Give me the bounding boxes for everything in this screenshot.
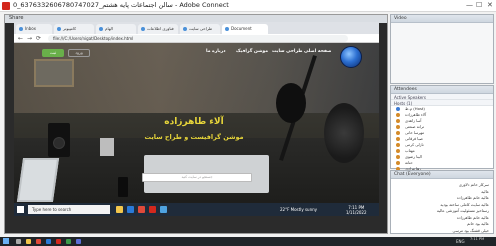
tab-favicon-icon: [99, 27, 103, 31]
shared-screen: Inbox کامپیوتر الهام فناوری اطلاعات طراح…: [14, 22, 379, 216]
speaker-cone: [53, 137, 65, 149]
site-outline-button[interactable]: ورود: [68, 49, 90, 57]
background-tablet: [16, 158, 60, 202]
adobe-connect-icon: [2, 2, 10, 10]
close-button[interactable]: ✕: [487, 1, 493, 9]
share-pod-title: Share: [9, 15, 24, 21]
attendees-pod-header: Attendees: [391, 86, 493, 94]
tab-favicon-icon: [183, 27, 187, 31]
chat-message: خیلی قشنگ بود مرسی: [452, 227, 489, 233]
video-pod: Video: [390, 14, 494, 84]
video-pod-header: Video: [391, 15, 493, 23]
browser-tab[interactable]: Inbox: [16, 24, 52, 34]
search-icon[interactable]: [16, 239, 21, 244]
background-microphone: [276, 83, 306, 123]
user-icon: [396, 137, 400, 141]
user-icon: [396, 149, 400, 153]
site-search-input[interactable]: جستجو در سایت کنید: [142, 173, 252, 182]
user-icon: [396, 119, 400, 123]
host-icon: [396, 107, 400, 111]
background-picture-frame: [34, 59, 74, 87]
hero-name: آلاء طاهرزاده: [164, 117, 224, 127]
browser-tab-strip: Inbox کامپیوتر الهام فناوری اطلاعات طراح…: [14, 22, 379, 34]
windows-start-icon[interactable]: [17, 206, 24, 213]
tab-favicon-icon: [141, 27, 145, 31]
hero-subtitle: موشن گرافیست و طراح سایت: [144, 133, 244, 141]
chrome-icon[interactable]: [36, 239, 41, 244]
user-icon: [396, 161, 400, 165]
user-icon: [396, 113, 400, 117]
browser-tab-active[interactable]: Document: [222, 24, 268, 34]
user-icon: [396, 125, 400, 129]
site-green-button[interactable]: ثبت: [42, 49, 64, 57]
adobe-icon[interactable]: [149, 206, 156, 213]
reload-icon[interactable]: ⟳: [36, 35, 41, 42]
address-bar[interactable]: file:///C:/Users/nigat/Desktop/index.htm…: [48, 35, 348, 42]
tab-favicon-icon: [57, 27, 61, 31]
file-explorer-icon[interactable]: [116, 206, 123, 213]
site-logo-globe-icon[interactable]: [340, 46, 362, 68]
browser-tab[interactable]: فناوری اطلاعات: [138, 24, 178, 34]
tab-favicon-icon: [225, 27, 229, 31]
file-explorer-icon[interactable]: [26, 239, 31, 244]
word-icon[interactable]: [46, 239, 51, 244]
browser-tab[interactable]: الهام: [96, 24, 136, 34]
browser-tab[interactable]: طراحی سایت: [180, 24, 220, 34]
language-indicator[interactable]: ENG: [456, 239, 465, 244]
website-page: ثبت ورود درباره ما موشن گرافیک طراحی سای…: [14, 43, 379, 203]
forward-icon[interactable]: →: [27, 35, 32, 42]
app-icon[interactable]: [160, 206, 167, 213]
adobe-connect-icon[interactable]: [56, 239, 61, 244]
windows-start-icon[interactable]: [3, 238, 9, 244]
background-speaker: [48, 123, 70, 157]
host-clock[interactable]: 7:11 PM: [470, 237, 484, 242]
tab-favicon-icon: [19, 27, 23, 31]
background-device: [100, 138, 114, 156]
app-icon[interactable]: [66, 239, 71, 244]
host-taskbar: ENG 7:11 PM: [0, 237, 496, 246]
edge-icon[interactable]: [127, 206, 134, 213]
site-nav-item-web-design[interactable]: طراحی سایت: [272, 49, 303, 54]
chrome-icon[interactable]: [138, 206, 145, 213]
browser-tab[interactable]: کامپیوتر: [54, 24, 94, 34]
browser-toolbar: ← → ⟳ file:///C:/Users/nigat/Desktop/ind…: [14, 34, 379, 43]
chat-pod-header: Chat (Everyone): [391, 171, 493, 179]
site-nav-item-about[interactable]: درباره ما: [206, 49, 226, 54]
chat-pod: Chat (Everyone) سرکار خانم دلاوری عالیه …: [390, 170, 494, 234]
remote-taskbar: Type here to search 22°F Mostly sunny 7:…: [14, 203, 379, 216]
site-nav-item-home[interactable]: صفحه اصلی: [304, 49, 331, 54]
user-icon: [396, 155, 400, 159]
app-icon[interactable]: [76, 239, 81, 244]
adobe-connect-window: 0_6376332606780747027_سالن اجتماعات پایه…: [0, 0, 496, 237]
minimize-button[interactable]: —: [466, 1, 473, 9]
window-title: 0_6376332606780747027_سالن اجتماعات پایه…: [13, 1, 229, 9]
background-lamp: [324, 103, 364, 163]
background-phone: [118, 177, 128, 197]
site-nav-item-motion[interactable]: موشن گرافیک: [236, 49, 268, 54]
user-icon: [396, 143, 400, 147]
back-icon[interactable]: ←: [18, 35, 23, 42]
attendees-pod: Attendees Active Speakers Hosts (1) (Hos…: [390, 85, 494, 177]
title-bar: 0_6376332606780747027_سالن اجتماعات پایه…: [0, 0, 496, 12]
taskbar-search-input[interactable]: Type here to search: [28, 205, 110, 214]
maximize-button[interactable]: ☐: [476, 1, 482, 9]
user-icon: [396, 131, 400, 135]
weather-widget[interactable]: 22°F Mostly sunny: [280, 207, 317, 212]
remote-clock: 7:11 PM 1/11/2022: [346, 205, 367, 215]
